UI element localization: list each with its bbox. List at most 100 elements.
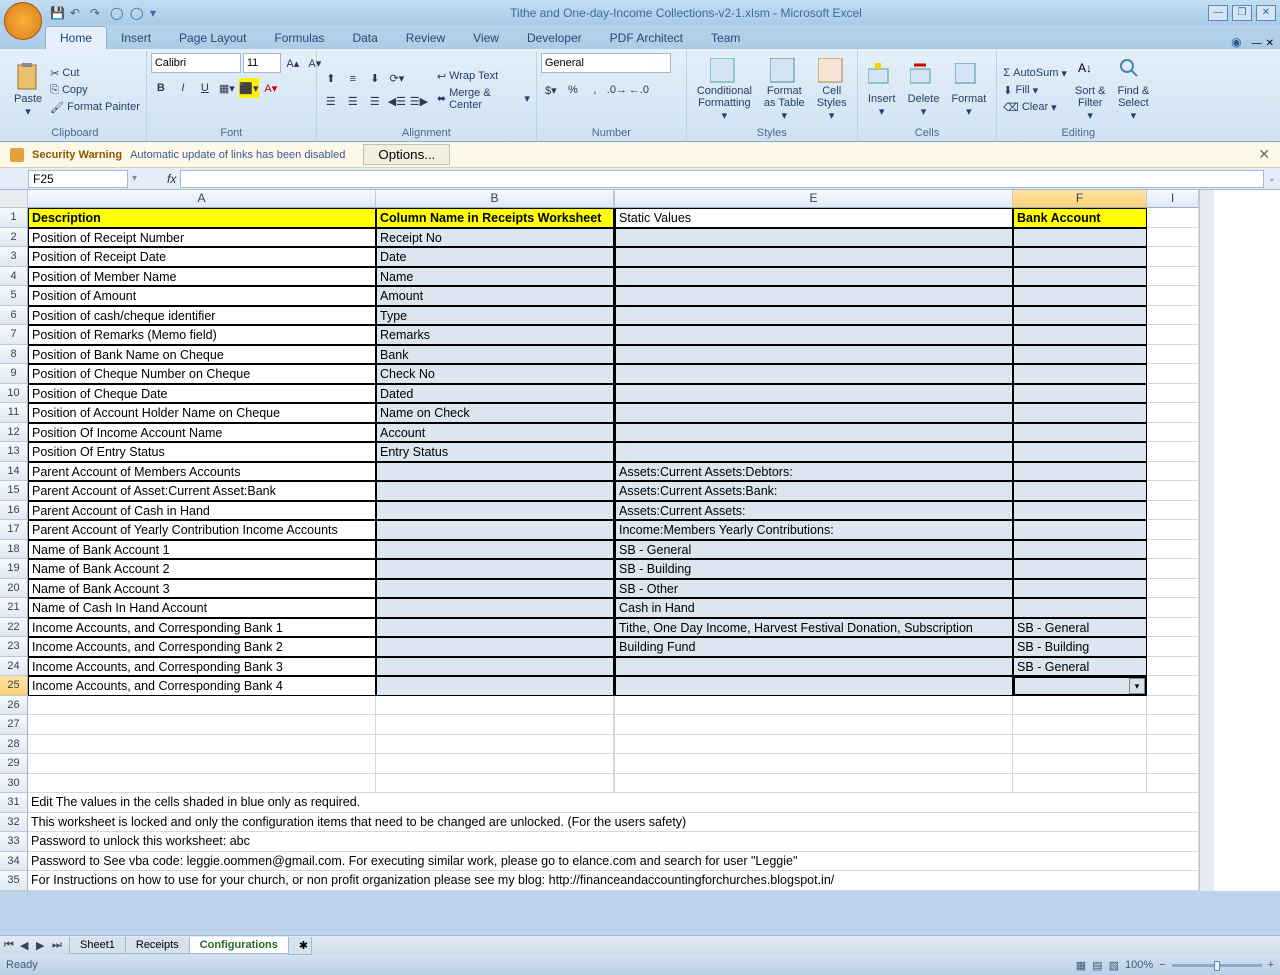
cell[interactable]: Static Values [615, 208, 1013, 228]
cell[interactable] [1147, 286, 1199, 306]
align-top-button[interactable]: ⬆ [321, 69, 341, 89]
cell[interactable] [1013, 501, 1147, 521]
cell[interactable]: Cash in Hand [615, 598, 1013, 618]
orientation-button[interactable]: ⟳▾ [387, 69, 407, 89]
cell[interactable] [376, 774, 614, 794]
align-right-button[interactable]: ☰ [365, 92, 385, 112]
cell[interactable] [615, 286, 1013, 306]
vscroll[interactable] [1199, 190, 1214, 891]
row-header[interactable]: 4 [0, 267, 28, 287]
cell[interactable]: Position Of Income Account Name [28, 423, 376, 443]
tab-review[interactable]: Review [392, 27, 459, 49]
help-icon[interactable]: ◉ [1231, 35, 1241, 49]
cell[interactable] [376, 618, 614, 638]
cell[interactable]: Position of Cheque Number on Cheque [28, 364, 376, 384]
row-header[interactable]: 3 [0, 247, 28, 267]
cell[interactable] [1013, 384, 1147, 404]
cell[interactable]: Password to unlock this worksheet: abc [28, 832, 1199, 852]
cell[interactable] [1147, 267, 1199, 287]
cell[interactable]: Name of Bank Account 1 [28, 540, 376, 560]
cell[interactable]: Position of Receipt Number [28, 228, 376, 248]
cell[interactable] [1147, 364, 1199, 384]
wrap-text-button[interactable]: ↩Wrap Text [435, 69, 532, 84]
cell[interactable] [376, 657, 614, 677]
row-header[interactable]: 12 [0, 423, 28, 443]
cell[interactable] [1013, 325, 1147, 345]
cell[interactable]: This worksheet is locked and only the co… [28, 813, 1199, 833]
cell[interactable] [1147, 228, 1199, 248]
cell[interactable]: SB - General [615, 540, 1013, 560]
view-pagebreak-icon[interactable]: ▧ [1109, 959, 1119, 972]
align-middle-button[interactable]: ≡ [343, 69, 363, 89]
cell[interactable] [1013, 286, 1147, 306]
name-box[interactable] [28, 170, 128, 188]
tab-data[interactable]: Data [338, 27, 391, 49]
comma-button[interactable]: , [585, 80, 605, 100]
cell[interactable]: Description [28, 208, 376, 228]
cell[interactable]: Assets:Current Assets: [615, 501, 1013, 521]
cell[interactable] [1013, 598, 1147, 618]
cell[interactable]: SB - Building [1013, 637, 1147, 657]
cell[interactable] [1013, 345, 1147, 365]
cell[interactable]: Parent Account of Members Accounts [28, 462, 376, 482]
tab-developer[interactable]: Developer [513, 27, 596, 49]
cell[interactable] [615, 774, 1013, 794]
sheet-tab[interactable]: Configurations [189, 937, 289, 954]
clear-button[interactable]: ⌫Clear▾ [1001, 100, 1069, 115]
cell[interactable]: Entry Status [376, 442, 614, 462]
row-header[interactable]: 28 [0, 735, 28, 755]
cell[interactable]: Password to See vba code: leggie.oommen@… [28, 852, 1199, 872]
italic-button[interactable]: I [173, 78, 193, 98]
zoom-out-button[interactable]: − [1159, 959, 1165, 971]
close-button[interactable]: ✕ [1256, 5, 1276, 21]
delete-button[interactable]: Delete▾ [902, 56, 946, 124]
cell[interactable]: Assets:Current Assets:Bank: [615, 481, 1013, 501]
row-header[interactable]: 20 [0, 579, 28, 599]
number-format-select[interactable] [541, 53, 671, 73]
cell[interactable] [1013, 247, 1147, 267]
cell[interactable]: Position of Receipt Date [28, 247, 376, 267]
align-center-button[interactable]: ☰ [343, 92, 363, 112]
cell[interactable] [615, 384, 1013, 404]
cell[interactable] [376, 462, 614, 482]
row-header[interactable]: 33 [0, 832, 28, 852]
cell[interactable]: Position of Remarks (Memo field) [28, 325, 376, 345]
cell[interactable] [28, 715, 376, 735]
cell[interactable] [28, 735, 376, 755]
font-color-button[interactable]: A▾ [261, 78, 281, 98]
cell[interactable] [1013, 423, 1147, 443]
cell[interactable]: Name on Check [376, 403, 614, 423]
cell[interactable] [1013, 228, 1147, 248]
find-select-button[interactable]: Find & Select▾ [1111, 56, 1155, 124]
cell[interactable]: SB - Other [615, 579, 1013, 599]
font-name-input[interactable] [151, 53, 241, 73]
name-box-dropdown-icon[interactable]: ▾ [132, 173, 137, 184]
ribbon-close-button[interactable]: ✕ [1266, 38, 1274, 49]
view-normal-icon[interactable]: ▦ [1076, 959, 1086, 972]
cell[interactable] [376, 676, 614, 696]
row-header[interactable]: 9 [0, 364, 28, 384]
cell[interactable]: SB - General [1013, 618, 1147, 638]
cell[interactable]: Name of Cash In Hand Account [28, 598, 376, 618]
cell[interactable] [1147, 481, 1199, 501]
cell[interactable] [376, 637, 614, 657]
bold-button[interactable]: B [151, 78, 171, 98]
tab-pdf-architect[interactable]: PDF Architect [596, 27, 697, 49]
border-button[interactable]: ▦▾ [217, 78, 237, 98]
cell[interactable] [1147, 735, 1199, 755]
row-header[interactable]: 15 [0, 481, 28, 501]
row-header[interactable]: 18 [0, 540, 28, 560]
cell[interactable] [376, 715, 614, 735]
row-header[interactable]: 29 [0, 754, 28, 774]
format-painter-button[interactable]: 🖌Format Painter [48, 100, 142, 115]
cell[interactable]: Name [376, 267, 614, 287]
align-left-button[interactable]: ☰ [321, 92, 341, 112]
format-as-table-button[interactable]: Format as Table▾ [758, 56, 811, 124]
cell[interactable]: Income Accounts, and Corresponding Bank … [28, 637, 376, 657]
redo-icon[interactable]: ↷ [90, 6, 104, 20]
new-sheet-button[interactable]: ✱ [288, 937, 312, 955]
cell[interactable]: Assets:Current Assets:Debtors: [615, 462, 1013, 482]
security-close-button[interactable]: ✕ [1258, 146, 1270, 163]
cell[interactable] [615, 345, 1013, 365]
fx-icon[interactable]: fx [167, 172, 176, 186]
